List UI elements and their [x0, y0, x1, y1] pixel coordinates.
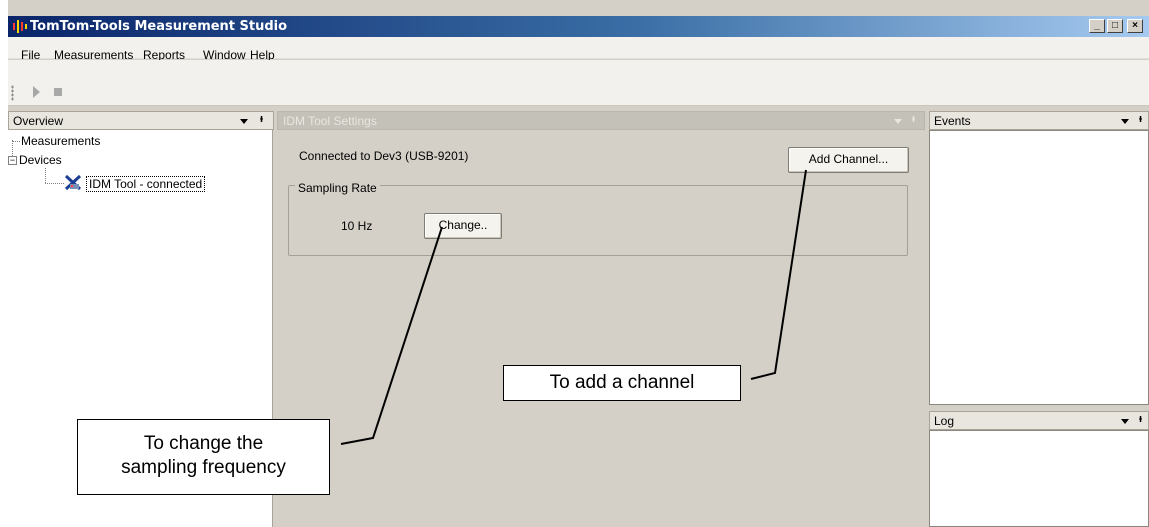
minimize-button[interactable]: _ — [1089, 19, 1105, 33]
sampling-rate-group — [288, 185, 908, 256]
change-rate-callout: To change the sampling frequency — [77, 419, 330, 495]
chevron-down-icon[interactable] — [894, 119, 902, 124]
tree-item-idm-tool[interactable]: IDM Tool - connected — [86, 176, 206, 192]
chevron-down-icon[interactable] — [240, 119, 248, 124]
play-icon[interactable] — [33, 86, 40, 98]
change-rate-callout-line1: To change the — [143, 433, 264, 454]
overview-panel-header[interactable]: Overview ᵻ — [8, 111, 274, 130]
tree-line — [13, 141, 20, 142]
change-rate-button[interactable]: Change.. — [424, 213, 502, 239]
window-title: TomTom-Tools Measurement Studio — [30, 19, 288, 34]
sampling-rate-label: Sampling Rate — [295, 181, 380, 195]
log-panel-header[interactable]: Log ᵻ — [929, 411, 1149, 430]
toolbar — [8, 60, 1149, 106]
chevron-down-icon[interactable] — [1121, 119, 1129, 124]
tree-line — [45, 168, 46, 183]
stop-icon[interactable] — [54, 88, 62, 96]
pin-icon[interactable]: ᵻ — [912, 113, 915, 125]
device-icon — [64, 174, 82, 191]
maximize-button[interactable]: □ — [1107, 19, 1123, 33]
log-title: Log — [934, 414, 955, 428]
events-title: Events — [934, 114, 971, 128]
settings-title: IDM Tool Settings — [283, 114, 377, 128]
pin-icon[interactable]: ᵻ — [1139, 113, 1142, 125]
sampling-rate-value: 10 Hz — [341, 219, 373, 233]
collapse-icon[interactable]: − — [8, 156, 17, 165]
chevron-down-icon[interactable] — [1121, 419, 1129, 424]
events-list — [929, 130, 1149, 405]
settings-panel-header[interactable]: IDM Tool Settings ᵻ — [277, 111, 925, 130]
pin-icon[interactable]: ᵻ — [260, 113, 263, 125]
overview-title: Overview — [13, 114, 64, 128]
title-bar[interactable]: TomTom-Tools Measurement Studio _ □ × — [8, 16, 1149, 37]
log-area — [929, 430, 1149, 527]
close-button[interactable]: × — [1127, 19, 1143, 33]
add-channel-callout: To add a channel — [503, 365, 741, 401]
panel-splitter[interactable] — [925, 405, 1149, 410]
connection-status: Connected to Dev3 (USB-9201) — [299, 149, 469, 163]
pin-icon[interactable]: ᵻ — [1139, 413, 1142, 425]
events-panel-header[interactable]: Events ᵻ — [929, 111, 1149, 130]
toolbar-grip[interactable] — [11, 85, 14, 101]
change-rate-callout-line2: sampling frequency — [121, 457, 286, 478]
add-channel-button[interactable]: Add Channel... — [788, 147, 909, 173]
tree-line — [45, 183, 64, 184]
tree-item-devices[interactable]: Devices — [19, 153, 62, 167]
app-logo-icon — [13, 20, 27, 33]
tree-item-measurements[interactable]: Measurements — [21, 134, 100, 148]
